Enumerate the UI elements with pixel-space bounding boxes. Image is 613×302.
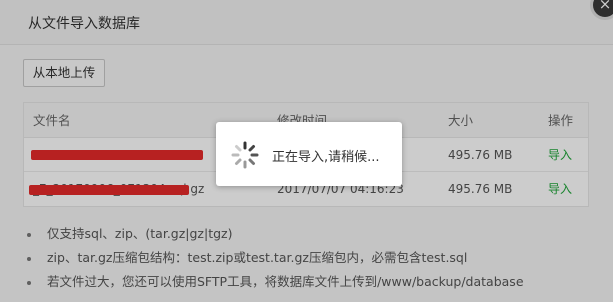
spinner-icon	[231, 141, 259, 169]
loading-text: 正在导入,请稍候...	[272, 150, 380, 165]
loading-toast: 正在导入,请稍候...	[216, 122, 402, 186]
